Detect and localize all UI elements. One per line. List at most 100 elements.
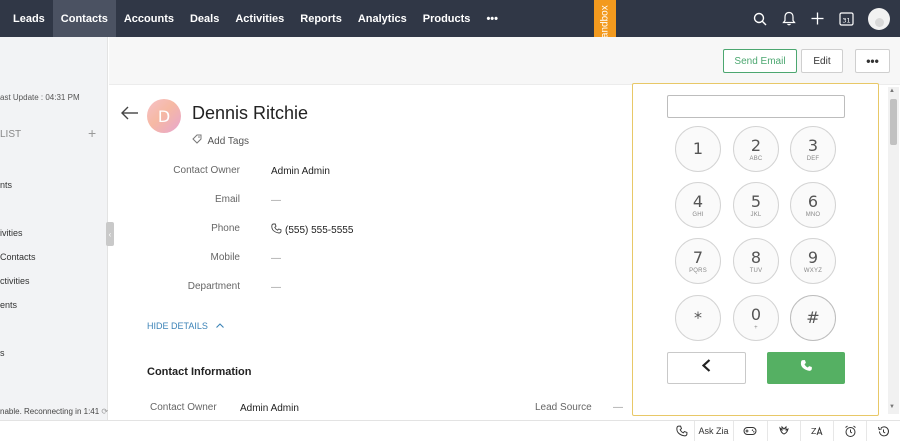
back-arrow-icon[interactable] bbox=[121, 104, 139, 125]
dial-key-hash[interactable]: # bbox=[790, 295, 836, 341]
add-tags-link[interactable]: Add Tags bbox=[192, 134, 249, 147]
hide-details-label: HIDE DETAILS bbox=[147, 321, 208, 331]
add-tags-label: Add Tags bbox=[207, 136, 250, 147]
sidebar-item[interactable]: ctivities bbox=[0, 276, 30, 286]
field-label-mobile: Mobile bbox=[210, 252, 240, 263]
phone-icon[interactable] bbox=[271, 223, 282, 237]
key-letters: + bbox=[754, 324, 758, 331]
tab-accounts[interactable]: Accounts bbox=[116, 0, 182, 37]
info-label-contact-owner: Contact Owner bbox=[150, 402, 217, 413]
field-value-department[interactable]: — bbox=[271, 282, 281, 293]
alarm-icon[interactable] bbox=[833, 421, 866, 441]
dial-number-input[interactable] bbox=[667, 95, 845, 118]
key-letters: JKL bbox=[750, 211, 762, 218]
key-digit: 7 bbox=[692, 247, 704, 267]
field-label-phone: Phone bbox=[211, 223, 240, 234]
sidebar-item[interactable]: s bbox=[0, 348, 5, 358]
calendar-icon[interactable]: 31 bbox=[832, 0, 861, 37]
key-letters: TUV bbox=[749, 267, 763, 274]
field-value-phone[interactable]: (555) 555-5555 bbox=[271, 223, 353, 237]
ask-zia-label: Ask Zia bbox=[698, 426, 729, 436]
key-digit: 5 bbox=[750, 191, 762, 211]
key-digit: # bbox=[806, 307, 820, 327]
key-digit: 3 bbox=[807, 135, 819, 155]
add-list-icon[interactable]: + bbox=[88, 125, 96, 141]
key-letters: GHI bbox=[692, 211, 704, 218]
calendar-day: 31 bbox=[842, 16, 850, 24]
key-digit: 8 bbox=[750, 247, 762, 267]
svg-text:Z: Z bbox=[811, 427, 817, 436]
dial-key-5[interactable]: 5 JKL bbox=[733, 182, 779, 228]
call-button[interactable] bbox=[767, 352, 845, 384]
refresh-icon[interactable]: ⟳ bbox=[101, 407, 108, 416]
field-label-contact-owner: Contact Owner bbox=[173, 165, 240, 176]
info-label-lead-source: Lead Source bbox=[535, 402, 592, 413]
chevron-left-icon bbox=[701, 359, 711, 377]
sidebar-item[interactable]: ents bbox=[0, 300, 17, 310]
send-email-button[interactable]: Send Email bbox=[723, 49, 797, 73]
phone-icon[interactable] bbox=[670, 421, 694, 441]
key-digit: * bbox=[694, 307, 702, 327]
translate-icon[interactable]: Z bbox=[800, 421, 832, 441]
chevron-up-icon bbox=[216, 320, 225, 330]
bell-icon[interactable] bbox=[774, 0, 803, 37]
dial-key-2[interactable]: 2 ABC bbox=[733, 126, 779, 172]
sidebar-item[interactable]: ivities bbox=[0, 228, 23, 238]
info-value-contact-owner[interactable]: Admin Admin bbox=[240, 403, 299, 414]
key-digit: 2 bbox=[750, 135, 762, 155]
tab-activities[interactable]: Activities bbox=[227, 0, 292, 37]
key-digit: 1 bbox=[692, 138, 704, 158]
dial-key-star[interactable]: * bbox=[675, 295, 721, 341]
dial-key-6[interactable]: 6 MNO bbox=[790, 182, 836, 228]
more-tabs-button[interactable]: ••• bbox=[478, 0, 506, 37]
key-letters: DEF bbox=[806, 155, 820, 162]
phone-number[interactable]: (555) 555-5555 bbox=[285, 225, 353, 236]
dial-key-1[interactable]: 1 bbox=[675, 126, 721, 172]
tab-products[interactable]: Products bbox=[415, 0, 479, 37]
edit-button[interactable]: Edit bbox=[801, 49, 843, 73]
dial-key-9[interactable]: 9 WXYZ bbox=[790, 238, 836, 284]
search-icon[interactable] bbox=[745, 0, 774, 37]
sidebar-item[interactable]: Contacts bbox=[0, 252, 36, 262]
gamepad-icon[interactable] bbox=[733, 421, 766, 441]
tab-deals[interactable]: Deals bbox=[182, 0, 227, 37]
dial-key-7[interactable]: 7 PQRS bbox=[675, 238, 721, 284]
tab-leads[interactable]: Leads bbox=[0, 0, 53, 37]
tag-icon bbox=[192, 134, 205, 146]
history-icon[interactable] bbox=[866, 421, 900, 441]
section-title-contact-information: Contact Information bbox=[147, 366, 252, 378]
field-value-email[interactable]: — bbox=[271, 195, 281, 206]
reconnect-status-label: nable. Reconnecting in 1:41 bbox=[0, 407, 100, 416]
field-value-mobile[interactable]: — bbox=[271, 253, 281, 264]
dial-key-3[interactable]: 3 DEF bbox=[790, 126, 836, 172]
contact-avatar[interactable]: D bbox=[147, 99, 181, 133]
key-digit: 4 bbox=[692, 191, 704, 211]
scroll-down-arrow[interactable]: ▼ bbox=[889, 404, 895, 410]
reconnect-status-text: nable. Reconnecting in 1:41 ⟳ bbox=[0, 407, 108, 416]
info-value-lead-source[interactable]: — bbox=[613, 402, 623, 413]
scroll-up-arrow[interactable]: ▲ bbox=[889, 88, 895, 94]
key-digit: 0 bbox=[750, 304, 762, 324]
dial-key-4[interactable]: 4 GHI bbox=[675, 182, 721, 228]
field-value-contact-owner[interactable]: Admin Admin bbox=[271, 166, 330, 177]
dialer-panel: 1 2 ABC 3 DEF 4 GHI 5 JKL 6 MNO 7 PQRS 8 TUV 9W… bbox=[632, 83, 879, 416]
tab-contacts[interactable]: Contacts bbox=[52, 0, 116, 37]
contact-name: Dennis Ritchie bbox=[192, 103, 309, 123]
dial-backspace-button[interactable] bbox=[667, 352, 746, 384]
key-letters: ABC bbox=[749, 155, 763, 162]
more-actions-button[interactable]: ••• bbox=[855, 49, 890, 73]
tab-analytics[interactable]: Analytics bbox=[350, 0, 415, 37]
dial-key-0[interactable]: 0 + bbox=[733, 295, 779, 341]
scrollbar-thumb[interactable] bbox=[890, 99, 897, 145]
bird-icon[interactable] bbox=[767, 421, 800, 441]
profile-avatar[interactable] bbox=[868, 7, 890, 30]
hide-details-link[interactable]: HIDE DETAILS bbox=[147, 320, 225, 331]
last-update-text: ast Update : 04:31 PM bbox=[0, 93, 80, 102]
key-letters: MNO bbox=[805, 211, 821, 218]
tab-reports[interactable]: Reports bbox=[292, 0, 350, 37]
dial-key-8[interactable]: 8 TUV bbox=[733, 238, 779, 284]
left-sidebar: ast Update : 04:31 PM LIST + nts ivities… bbox=[0, 37, 108, 420]
ask-zia-button[interactable]: Ask Zia bbox=[694, 421, 732, 441]
sidebar-item[interactable]: nts bbox=[0, 180, 12, 190]
plus-icon[interactable] bbox=[803, 0, 832, 37]
